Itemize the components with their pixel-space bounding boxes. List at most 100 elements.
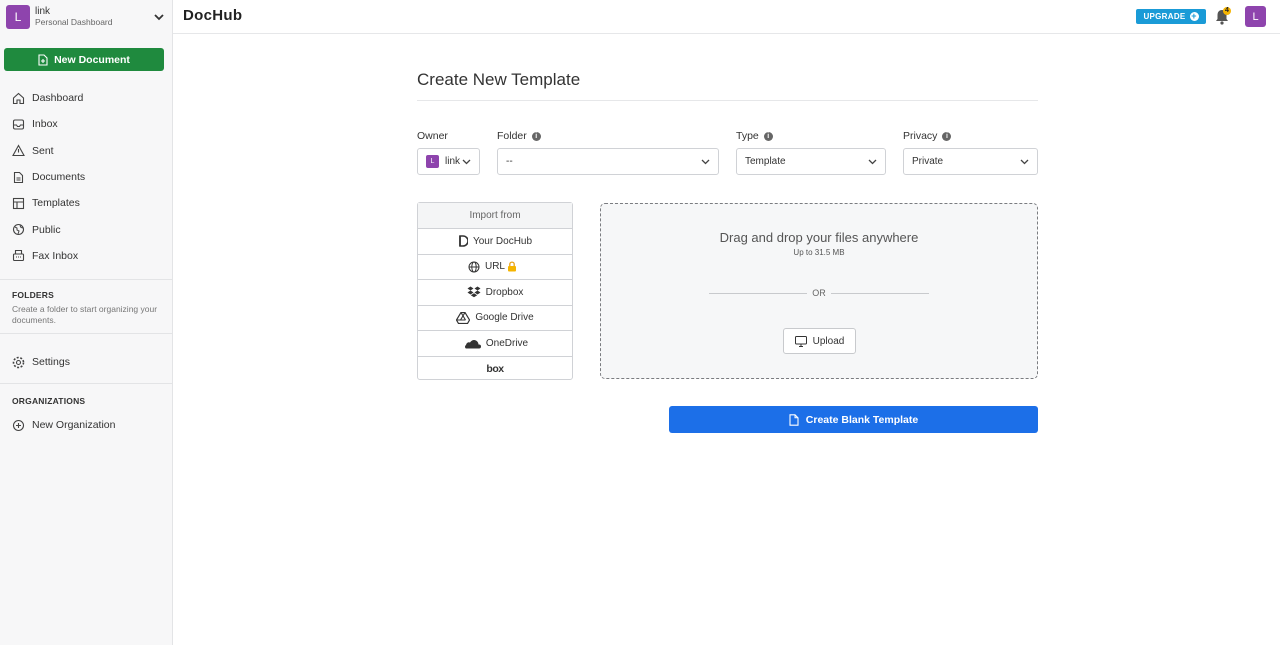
import-url[interactable]: URL (418, 255, 572, 280)
sidebar-item-label: Fax Inbox (32, 249, 79, 262)
owner-label: Owner (417, 130, 448, 142)
page-title: Create New Template (417, 70, 581, 89)
info-icon[interactable]: i (763, 131, 773, 141)
type-select[interactable]: Template (736, 148, 886, 175)
sidebar-item-fax-inbox[interactable]: Fax Inbox (0, 243, 172, 269)
sidebar-item-label: Settings (32, 356, 70, 369)
import-onedrive[interactable]: OneDrive (418, 331, 572, 357)
import-dropbox-label: Dropbox (485, 286, 524, 298)
header-divider (173, 33, 1280, 34)
account-avatar: L (6, 5, 30, 29)
inbox-icon (12, 119, 25, 130)
onedrive-icon (464, 339, 481, 349)
home-icon (12, 92, 25, 104)
upgrade-label: UPGRADE (1143, 12, 1186, 21)
import-dochub-label: Your DocHub (472, 235, 533, 247)
account-switcher[interactable]: L link Personal Dashboard (6, 4, 166, 30)
privacy-label: Privacy i (903, 130, 952, 142)
new-organization-button[interactable]: New Organization (0, 412, 172, 438)
globe-icon (12, 224, 25, 236)
chevron-down-icon (701, 159, 710, 164)
lock-icon (508, 261, 516, 272)
folder-value: -- (506, 156, 513, 167)
sidebar-item-settings[interactable]: Settings (0, 349, 172, 375)
type-value: Template (745, 156, 786, 167)
sidebar-item-label: Public (32, 223, 61, 236)
monitor-icon (794, 335, 807, 347)
file-dropzone[interactable]: Drag and drop your files anywhere Up to … (600, 203, 1038, 379)
import-google-drive-label: Google Drive (475, 312, 534, 324)
box-logo: box (486, 363, 504, 376)
brand-logo[interactable]: DocHub (183, 7, 242, 24)
chevron-down-icon (868, 159, 877, 164)
account-name: link (35, 6, 51, 17)
sidebar-item-dashboard[interactable]: Dashboard (0, 85, 172, 111)
divider (0, 383, 172, 384)
sidebar-nav: Dashboard Inbox Sent Documents Templates… (0, 85, 172, 269)
owner-avatar: L (426, 155, 439, 168)
sidebar-item-label: Documents (32, 171, 86, 184)
chevron-down-icon (462, 159, 471, 164)
dropzone-subtitle: Up to 31.5 MB (793, 248, 845, 257)
import-onedrive-label: OneDrive (485, 337, 529, 349)
dropbox-icon (467, 286, 481, 298)
new-document-label: New Document (54, 53, 130, 66)
sidebar-item-label: Sent (32, 144, 54, 157)
dochub-icon (459, 235, 468, 248)
create-blank-template-label: Create Blank Template (805, 413, 919, 426)
import-url-label: URL (484, 261, 505, 273)
sidebar-item-public[interactable]: Public (0, 216, 172, 242)
upload-label: Upload (812, 335, 845, 347)
sidebar-item-documents[interactable]: Documents (0, 164, 172, 190)
folders-heading: FOLDERS (12, 290, 55, 300)
folder-select[interactable]: -- (497, 148, 719, 175)
upload-button[interactable]: Upload (783, 328, 856, 354)
account-subtitle: Personal Dashboard (35, 17, 113, 27)
template-icon (12, 197, 25, 209)
notification-badge: 4 (1223, 7, 1231, 15)
dropzone-title: Drag and drop your files anywhere (719, 230, 919, 245)
document-icon (13, 171, 24, 183)
create-blank-template-button[interactable]: Create Blank Template (669, 406, 1038, 433)
sidebar-item-inbox[interactable]: Inbox (0, 111, 172, 137)
owner-select[interactable]: L link (417, 148, 480, 175)
import-dochub[interactable]: Your DocHub (418, 229, 572, 255)
info-icon[interactable]: i (531, 131, 541, 141)
globe-icon (468, 261, 480, 273)
send-icon (12, 144, 25, 157)
divider (0, 279, 172, 280)
folder-label: Folder i (497, 130, 541, 142)
import-dropbox[interactable]: Dropbox (418, 280, 572, 306)
plus-circle-icon (12, 419, 25, 431)
divider (0, 333, 172, 334)
plus-icon: + (1189, 11, 1199, 21)
gear-icon (12, 356, 25, 368)
organizations-heading: ORGANIZATIONS (12, 396, 86, 406)
import-header: Import from (418, 203, 572, 229)
sidebar: L link Personal Dashboard New Document D… (0, 0, 173, 645)
import-box[interactable]: box (418, 357, 572, 383)
chevron-down-icon (1020, 159, 1029, 164)
document-plus-icon (38, 53, 48, 66)
fax-icon (12, 250, 25, 262)
info-icon[interactable]: i (942, 131, 952, 141)
chevron-down-icon[interactable] (152, 10, 166, 24)
google-drive-icon (456, 311, 471, 324)
sidebar-item-sent[interactable]: Sent (0, 138, 172, 164)
owner-value: link (445, 156, 461, 167)
or-label: OR (812, 288, 826, 298)
type-label: Type i (736, 130, 773, 142)
sidebar-item-templates[interactable]: Templates (0, 190, 172, 216)
new-organization-label: New Organization (32, 419, 116, 432)
sidebar-item-label: Dashboard (32, 92, 84, 105)
new-document-button[interactable]: New Document (4, 48, 164, 71)
sidebar-item-label: Inbox (32, 118, 58, 131)
upgrade-button[interactable]: UPGRADE + (1136, 9, 1206, 24)
folders-description: Create a folder to start organizing your… (12, 304, 158, 325)
user-avatar[interactable]: L (1245, 6, 1266, 27)
import-panel: Import from Your DocHub URL Dropbox Goog… (417, 202, 573, 380)
sidebar-item-label: Templates (32, 197, 80, 210)
privacy-select[interactable]: Private (903, 148, 1038, 175)
title-divider (417, 100, 1038, 101)
import-google-drive[interactable]: Google Drive (418, 306, 572, 331)
